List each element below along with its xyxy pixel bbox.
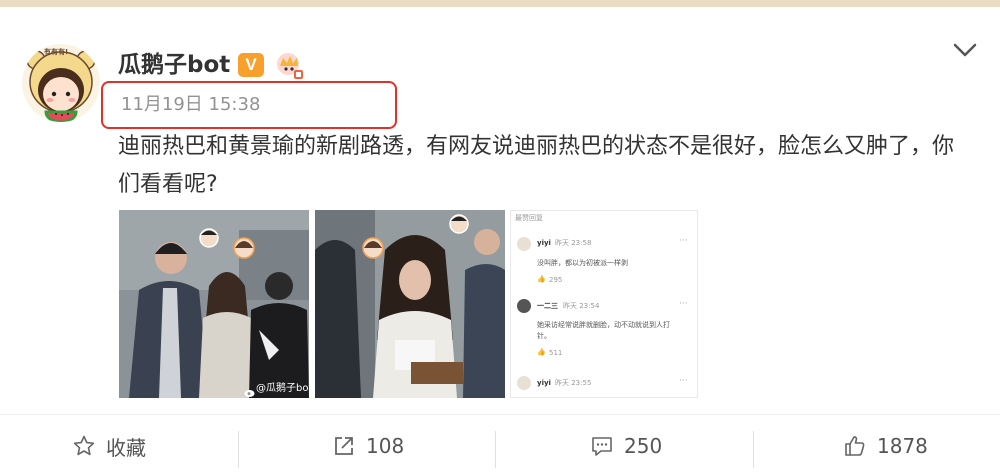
favorite-label: 收藏 <box>106 435 146 460</box>
share-button[interactable]: 108 <box>332 431 404 461</box>
user-avatar[interactable]: 有有有! <box>22 44 100 122</box>
comment-likes: 511 <box>549 349 563 357</box>
action-separator <box>495 431 496 468</box>
post-timestamp[interactable]: 11月19日 15:38 <box>121 94 260 116</box>
top-strip <box>0 0 1000 7</box>
avatar-badge-text: 有有有! <box>44 48 69 56</box>
like-count: 1878 <box>877 434 928 458</box>
action-separator <box>238 431 239 468</box>
comment-like-icon: 👍 <box>537 275 546 283</box>
comment-button[interactable]: 250 <box>590 431 662 461</box>
chevron-down-icon[interactable] <box>952 40 978 60</box>
comment-meta: 昨天 23:55 <box>555 379 592 387</box>
post-image-3-comments-screenshot[interactable]: 最赞回复 yiyi 昨天 23:58 ··· 没叫胖，都以为初被派一样剥 👍 2… <box>510 210 698 398</box>
comment-user: yiyi <box>537 379 551 387</box>
share-icon <box>335 437 353 455</box>
post-image-2[interactable] <box>315 210 505 398</box>
username[interactable]: 瓜鹅子bot <box>118 50 230 80</box>
more-icon: ··· <box>679 236 688 246</box>
comment-avatar <box>517 376 531 390</box>
comment-avatar <box>517 237 531 251</box>
comment-like-icon: 👍 <box>537 348 546 356</box>
comment-text: 她采访经常说胖就删脸，动不动就说到人打 <box>537 321 670 329</box>
comment-user: yiyi <box>537 239 551 247</box>
action-bar: 收藏 108 250 1878 <box>0 415 1000 474</box>
verified-badge-icon[interactable]: V <box>238 53 264 77</box>
comment-text-line2: 针。 <box>537 332 551 340</box>
comment-count: 250 <box>624 434 663 458</box>
like-button[interactable]: 1878 <box>843 431 928 461</box>
image-watermark: @瓜鹅子bot <box>256 383 313 394</box>
comment-icon <box>592 437 612 456</box>
action-separator <box>753 431 754 468</box>
share-count: 108 <box>366 434 405 458</box>
comment-meta: 昨天 23:54 <box>563 302 600 310</box>
comment-meta: 昨天 23:58 <box>555 239 592 247</box>
weibo-logo-icon <box>244 383 255 397</box>
crown-badge-icon[interactable] <box>274 50 304 80</box>
more-icon: ··· <box>679 376 688 386</box>
star-icon <box>73 435 95 456</box>
comment-avatar <box>517 299 531 313</box>
comment-likes: 295 <box>549 276 563 284</box>
comment-user: 一二三 <box>537 302 558 310</box>
thumbs-up-icon <box>845 436 865 456</box>
comments-header: 最赞回复 <box>515 214 543 222</box>
post-text: 迪丽热巴和黄景瑜的新剧路透，有网友说迪丽热巴的状态不是很好，脸怎么又肿了，你们看… <box>118 134 955 197</box>
favorite-button[interactable]: 收藏 <box>72 431 146 461</box>
comment-text: 没叫胖，都以为初被派一样剥 <box>537 259 628 267</box>
more-icon: ··· <box>679 299 688 309</box>
post-image-1[interactable] <box>119 210 309 398</box>
